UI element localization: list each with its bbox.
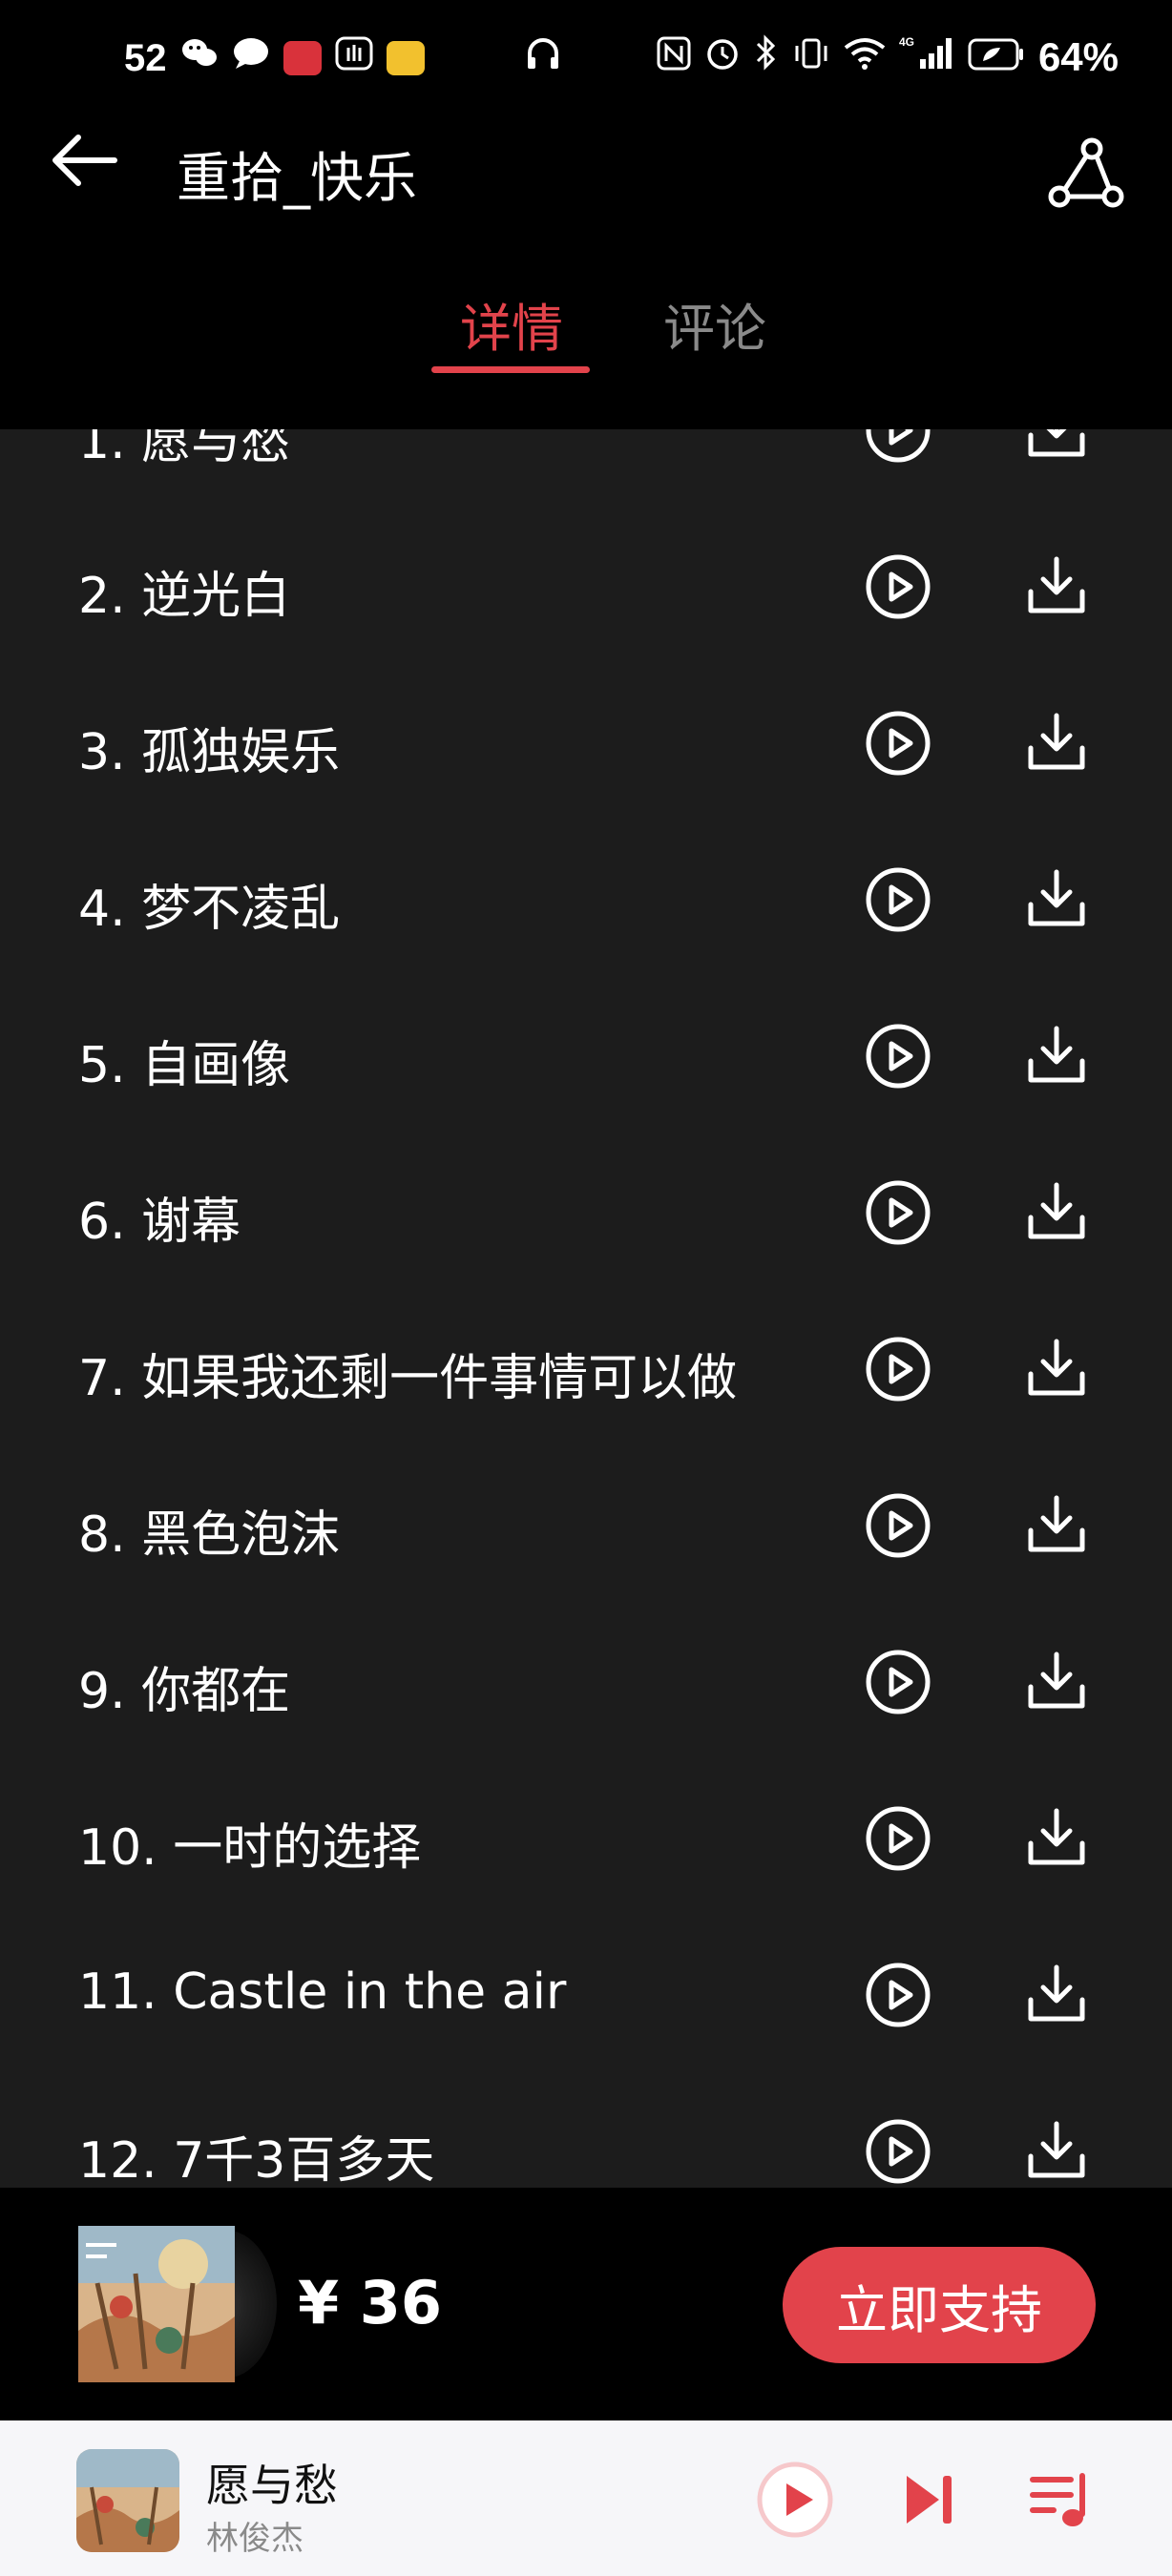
track-title: 11. Castle in the air <box>78 1963 567 2021</box>
track-row[interactable]: 4. 梦不凌乱 <box>0 822 1172 979</box>
status-notifications: 52 <box>124 36 562 80</box>
download-icon[interactable] <box>1025 710 1088 773</box>
track-title: 3. 孤独娱乐 <box>78 724 341 781</box>
status-bar: 52 4G 64% <box>0 0 1172 124</box>
mini-play-button[interactable] <box>756 2461 834 2539</box>
tab-details[interactable]: 详情 <box>460 286 563 362</box>
support-now-button[interactable]: 立即支持 <box>783 2247 1096 2363</box>
track-row[interactable]: 6. 谢幕 <box>0 1135 1172 1292</box>
next-track-icon[interactable] <box>901 2468 958 2531</box>
price-label: ¥ 36 <box>298 2268 443 2337</box>
wechat-icon <box>180 36 219 80</box>
play-circle-icon[interactable] <box>865 710 931 777</box>
track-row[interactable]: 12. 7千3百多天 <box>0 2074 1172 2188</box>
track-title: 8. 黑色泡沫 <box>78 1506 341 1564</box>
network-label: 4G <box>899 35 914 49</box>
download-icon[interactable] <box>1025 1492 1088 1555</box>
share-button[interactable] <box>1046 134 1126 214</box>
back-arrow-icon <box>52 135 117 186</box>
download-icon[interactable] <box>1025 553 1088 616</box>
track-title: 9. 你都在 <box>78 1663 291 1720</box>
bluetooth-icon <box>754 34 779 80</box>
download-icon[interactable] <box>1025 1023 1088 1086</box>
mini-player[interactable]: 愿与愁 林俊杰 <box>0 2420 1172 2576</box>
app-header: 重拾_快乐 详情 评论 <box>0 124 1172 429</box>
now-playing-cover-art <box>76 2449 179 2552</box>
play-circle-icon[interactable] <box>865 429 931 464</box>
now-playing-artist: 林俊杰 <box>206 2520 303 2558</box>
download-icon[interactable] <box>1025 866 1088 929</box>
play-circle-icon[interactable] <box>865 2118 931 2185</box>
track-list: 1. 愿与愁 2. 逆光白 3. 孤独娱乐 4. 梦不凌乱 5. 自画像 6. … <box>0 429 1172 2188</box>
track-title: 6. 谢幕 <box>78 1194 241 1251</box>
download-icon[interactable] <box>1025 1962 1088 2025</box>
battery-percent: 64% <box>1037 34 1119 79</box>
message-icon <box>232 36 270 80</box>
play-circle-icon[interactable] <box>865 1023 931 1090</box>
download-icon[interactable] <box>1025 429 1088 460</box>
download-icon[interactable] <box>1025 1649 1088 1712</box>
track-row[interactable]: 10. 一时的选择 <box>0 1761 1172 1918</box>
track-row[interactable]: 3. 孤独娱乐 <box>0 666 1172 822</box>
track-title: 1. 愿与愁 <box>78 429 291 470</box>
track-title: 10. 一时的选择 <box>78 1819 422 1877</box>
track-title: 12. 7千3百多天 <box>78 2132 435 2188</box>
tab-bar: 详情 评论 <box>0 286 1172 382</box>
battery-icon <box>968 34 1025 80</box>
album-cover-art <box>78 2226 235 2382</box>
play-circle-icon[interactable] <box>865 553 931 620</box>
active-tab-indicator <box>431 366 590 373</box>
download-icon[interactable] <box>1025 1805 1088 1868</box>
album-cover[interactable] <box>78 2226 235 2382</box>
purchase-bar: ¥ 36 立即支持 <box>0 2188 1172 2420</box>
track-row[interactable]: 7. 如果我还剩一件事情可以做 <box>0 1292 1172 1448</box>
back-button[interactable] <box>46 122 122 198</box>
play-circle-icon[interactable] <box>865 1492 931 1559</box>
play-circle-icon[interactable] <box>865 1179 931 1246</box>
now-playing-cover[interactable] <box>76 2449 179 2552</box>
now-playing-title: 愿与愁 <box>206 2460 338 2511</box>
track-row[interactable]: 1. 愿与愁 <box>0 429 1172 509</box>
track-title: 2. 逆光白 <box>78 568 291 625</box>
bank-app-icon <box>283 41 322 75</box>
track-title: 5. 自画像 <box>78 1037 291 1094</box>
download-icon[interactable] <box>1025 2118 1088 2181</box>
nfc-icon <box>657 34 691 80</box>
track-title: 4. 梦不凌乱 <box>78 881 341 938</box>
play-circle-icon[interactable] <box>865 866 931 933</box>
mail-app-icon <box>386 41 425 75</box>
track-row[interactable]: 8. 黑色泡沫 <box>0 1448 1172 1605</box>
download-icon[interactable] <box>1025 1336 1088 1399</box>
play-circle-icon[interactable] <box>865 1962 931 2028</box>
wifi-icon <box>844 34 886 80</box>
playlist-queue-icon[interactable] <box>1027 2466 1094 2533</box>
status-system: 4G 64% <box>657 34 1119 80</box>
track-row[interactable]: 5. 自画像 <box>0 979 1172 1135</box>
signal-icon: 4G <box>899 34 954 80</box>
page-title: 重拾_快乐 <box>177 148 417 210</box>
headphones-icon <box>524 36 562 80</box>
tab-comments[interactable]: 评论 <box>663 286 766 362</box>
track-row[interactable]: 2. 逆光白 <box>0 509 1172 666</box>
play-circle-icon[interactable] <box>865 1649 931 1715</box>
status-time: 52 <box>124 36 167 79</box>
play-circle-icon[interactable] <box>865 1805 931 1872</box>
hand-app-icon <box>335 36 373 80</box>
play-circle-icon[interactable] <box>865 1336 931 1402</box>
share-icon <box>1048 137 1124 208</box>
download-icon[interactable] <box>1025 1179 1088 1242</box>
vibrate-icon <box>792 34 830 80</box>
track-title: 7. 如果我还剩一件事情可以做 <box>78 1350 738 1407</box>
track-row[interactable]: 11. Castle in the air <box>0 1918 1172 2074</box>
track-row[interactable]: 9. 你都在 <box>0 1605 1172 1761</box>
alarm-icon <box>704 34 741 80</box>
